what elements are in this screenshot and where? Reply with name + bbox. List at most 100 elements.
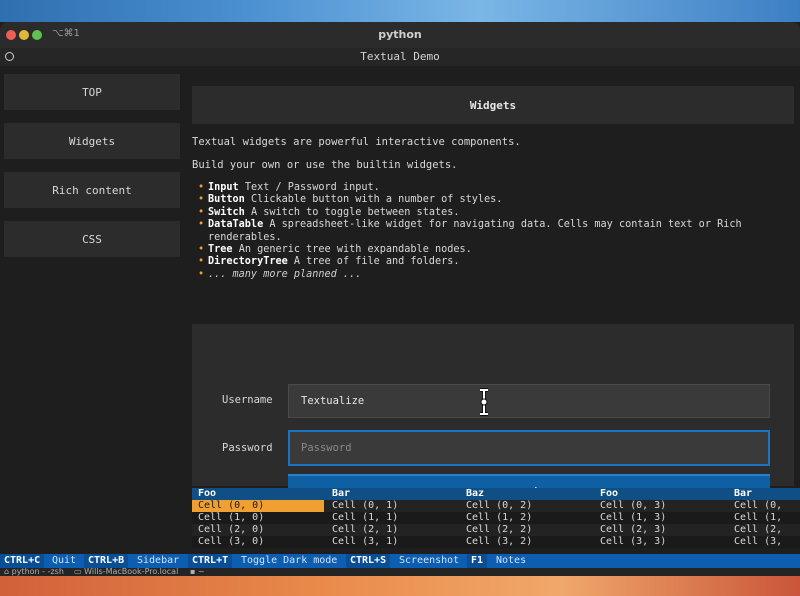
table-cell[interactable]: Cell (3, [728,536,800,548]
table-cell-selected[interactable]: Cell (0, 0) [192,500,324,512]
app-title: Textual Demo [360,50,440,63]
widget-desc: Clickable button with a number of styles… [250,194,503,206]
table-cell[interactable]: Cell (0, 2) [460,500,592,512]
widget-name: Button [208,194,245,206]
table-cell[interactable]: Cell (1, 1) [326,512,458,524]
sidebar-item-rich-content[interactable]: Rich content [4,172,180,208]
table-cell[interactable]: Cell (0, 1) [326,500,458,512]
footer-key-sidebar[interactable]: CTRL+B [84,554,129,568]
list-item: • DataTable A spreadsheet-like widget fo… [198,219,788,244]
table-cell[interactable]: Cell (1, [728,512,800,524]
list-item: • DirectoryTree A tree of file and folde… [198,256,788,268]
widget-desc: A spreadsheet-like widget for navigating… [269,219,742,231]
sidebar-item-top[interactable]: TOP [4,74,180,110]
footer-desc-notes[interactable]: Notes [492,554,530,568]
column-header[interactable]: Baz [460,488,592,500]
column-header[interactable]: Foo [594,488,726,500]
table-cell[interactable]: Cell (0, 3) [594,500,726,512]
widget-name: Input [208,182,239,193]
widget-name: DirectoryTree [208,256,288,268]
intro-text: Textual widgets are powerful interactive… [192,136,521,148]
table-cell[interactable]: Cell (2, 1) [326,524,458,536]
footer-key-quit[interactable]: CTRL+C [0,554,45,568]
sidebar: TOP Widgets Rich content CSS [0,66,186,554]
tab-label: python - -zsh [11,567,64,576]
widget-name: Switch [208,206,245,218]
sidebar-item-label: Widgets [68,134,116,148]
username-label: Username [222,394,273,406]
terminal-icon: ⌂ [4,567,12,576]
table-cell[interactable]: Cell (0, [728,500,800,512]
terminal-tab[interactable]: ⌂ python - -zsh [4,567,64,576]
widget-list: • Input Text / Password input. • Button … [198,182,788,281]
table-row[interactable]: Cell (3, 0) Cell (3, 1) Cell (3, 2) Cell… [192,536,800,548]
table-row[interactable]: Cell (1, 0) Cell (1, 1) Cell (1, 2) Cell… [192,512,800,524]
widget-desc: A tree of file and folders. [293,256,460,268]
table-cell[interactable]: Cell (2, 3) [594,524,726,536]
table-cell[interactable]: Cell (1, 3) [594,512,726,524]
password-label: Password [222,442,273,454]
column-header[interactable]: Bar [728,488,800,500]
footer-key-notes[interactable]: F1 [467,554,488,568]
widget-name: Tree [208,244,233,256]
bullet-icon: • [198,244,205,256]
bullet-icon: • [198,256,205,268]
bullet-icon: • [198,268,205,280]
list-item: • Button Clickable button with a number … [198,194,788,206]
terminal-window: ⌥⌘1 python Textual Demo TOP Widgets Rich… [0,22,800,576]
table-cell[interactable]: Cell (3, 1) [326,536,458,548]
username-value: Textualize [301,395,365,407]
window-titlebar: ⌥⌘1 python [0,22,800,49]
list-item: • ... many more planned ... [198,269,788,281]
table-cell[interactable]: Cell (1, 0) [192,512,324,524]
text-cursor-icon [480,388,488,416]
section-title: Widgets [192,86,794,124]
table-row[interactable]: Cell (2, 0) Cell (2, 1) Cell (2, 2) Cell… [192,524,800,536]
widget-desc: Text / Password input. [244,182,380,193]
table-cell[interactable]: Cell (3, 0) [192,536,324,548]
footer-desc-sidebar[interactable]: Sidebar [133,554,183,568]
footer-desc-screenshot[interactable]: Screenshot [395,554,463,568]
sidebar-item-label: Rich content [52,183,132,197]
sidebar-item-label: TOP [82,85,102,99]
terminal-tab[interactable]: ▭ Wills-MacBook-Pro.local [74,567,178,576]
table-cell[interactable]: Cell (1, 2) [460,512,592,524]
terminal-tab-bar: ⌂ python - -zsh ▭ Wills-MacBook-Pro.loca… [0,567,800,576]
widget-desc: A switch to toggle between states. [250,206,460,218]
data-table[interactable]: Foo Bar Baz Foo Bar Cell (0, 0) Cell (0,… [192,488,800,554]
footer-key-dark-mode[interactable]: CTRL+T [188,554,233,568]
table-cell[interactable]: Cell (3, 3) [594,536,726,548]
table-cell[interactable]: Cell (2, 2) [460,524,592,536]
password-field[interactable]: Password [288,430,770,466]
bullet-icon: • [198,182,205,193]
widget-desc: An generic tree with expandable nodes. [238,244,472,256]
column-header[interactable]: Bar [326,488,458,500]
widget-name: DataTable [208,219,264,231]
table-cell[interactable]: Cell (3, 2) [460,536,592,548]
table-row[interactable]: Cell (0, 0) Cell (0, 1) Cell (0, 2) Cell… [192,500,800,512]
table-cell[interactable]: Cell (2, 0) [192,524,324,536]
table-header-row: Foo Bar Baz Foo Bar [192,488,800,500]
sidebar-item-widgets[interactable]: Widgets [4,123,180,159]
key-bindings-footer: CTRL+C Quit CTRL+B Sidebar CTRL+T Toggle… [0,554,800,568]
tab-label: ~ [197,567,205,576]
more-planned-text: ... many more planned ... [208,268,362,280]
sidebar-item-css[interactable]: CSS [4,221,180,257]
app-header: Textual Demo [0,48,800,66]
desktop-wallpaper-bottom [0,576,800,596]
username-field[interactable]: Textualize [288,384,770,418]
main-content: Widgets Textual widgets are powerful int… [186,66,800,554]
list-item: • Tree An generic tree with expandable n… [198,244,788,256]
footer-desc-dark-mode[interactable]: Toggle Dark mode [237,554,341,568]
computer-icon: ▭ [74,567,85,576]
list-item: • Switch A switch to toggle between stat… [198,207,788,219]
bullet-icon: • [198,206,205,218]
bullet-icon: • [198,194,205,206]
footer-key-screenshot[interactable]: CTRL+S [346,554,391,568]
footer-desc-quit[interactable]: Quit [48,554,80,568]
table-cell[interactable]: Cell (2, [728,524,800,536]
column-header[interactable]: Foo [192,488,324,500]
list-item: • Input Text / Password input. [198,182,788,194]
widget-desc-continued: renderables. [208,231,282,243]
terminal-tab[interactable]: ▪ ~ [190,567,205,576]
